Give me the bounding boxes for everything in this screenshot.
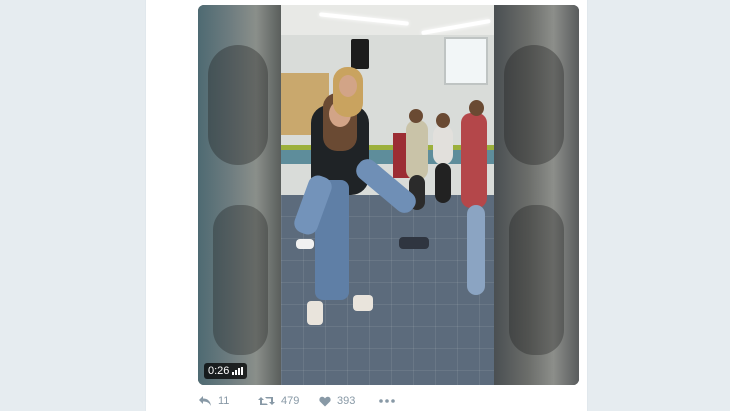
more-button[interactable] (379, 399, 395, 403)
retweet-icon (258, 397, 275, 405)
video-frame (281, 5, 494, 385)
speaker (351, 39, 369, 69)
video-duration-badge: 0:26 (204, 363, 248, 379)
retweet-button[interactable]: 479 (258, 395, 319, 407)
reply-count: 11 (218, 395, 230, 407)
heart-icon (319, 396, 331, 406)
video-player[interactable]: 0:26 (198, 5, 579, 385)
video-blur-left (198, 5, 281, 385)
volume-bars-icon (232, 367, 244, 375)
tweet-card: 0:26 11 479 393 (145, 0, 588, 411)
retweet-count: 479 (281, 395, 300, 407)
like-count: 393 (337, 395, 356, 407)
reply-icon (199, 396, 211, 406)
like-button[interactable]: 393 (319, 395, 379, 407)
reply-button[interactable]: 11 (198, 395, 258, 407)
video-duration: 0:26 (208, 365, 230, 377)
more-icon (379, 399, 395, 403)
video-blur-right (494, 5, 579, 385)
tweet-actions: 11 479 393 (198, 392, 395, 410)
